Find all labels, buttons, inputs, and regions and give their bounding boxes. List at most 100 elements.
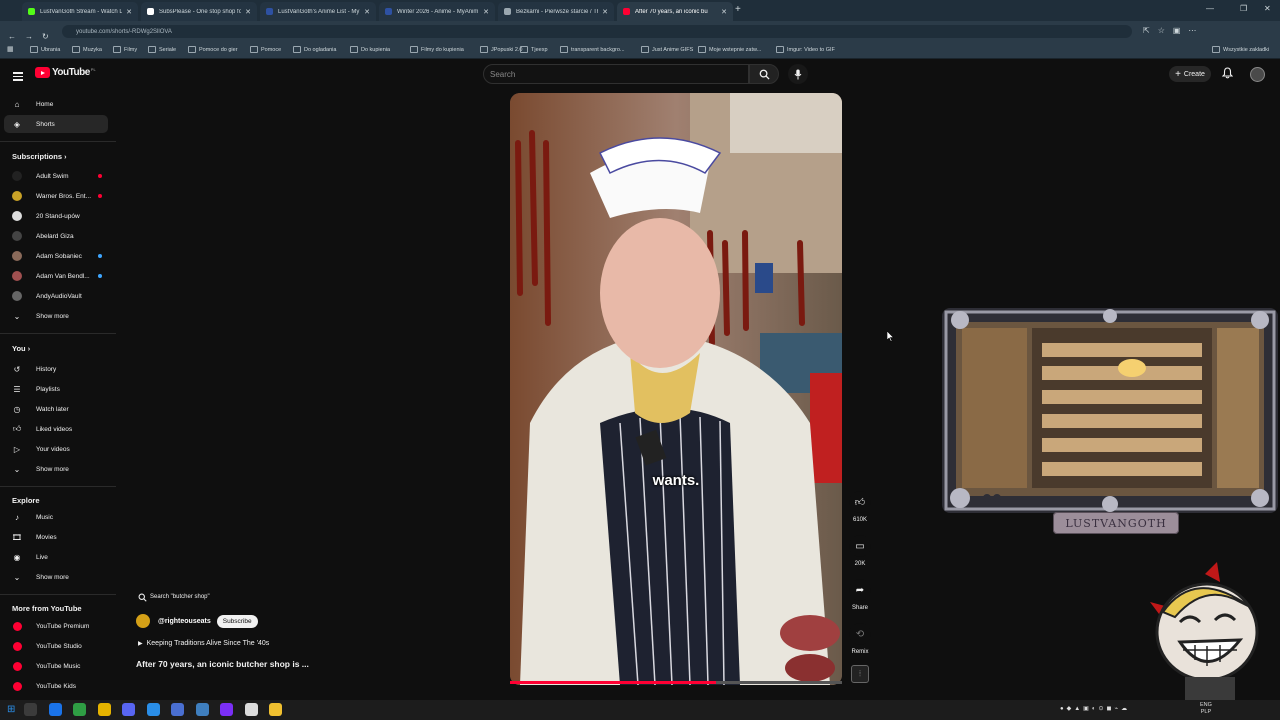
- sidebar-item-home[interactable]: ⌂ Home: [0, 95, 112, 113]
- browser-tab[interactable]: Bezkarni - Pierwsze starcie / Th ✕: [498, 2, 614, 21]
- bookmark-item[interactable]: Do ogladania: [293, 46, 336, 53]
- forward-icon[interactable]: →: [25, 32, 33, 41]
- sidebar-item-youtube-app[interactable]: YouTube Kids: [0, 677, 112, 695]
- app-icon[interactable]: [97, 703, 111, 716]
- create-button[interactable]: + Create: [1169, 66, 1211, 82]
- short-video-player[interactable]: [510, 93, 842, 685]
- windows-start-icon[interactable]: ⊞: [7, 704, 15, 715]
- language-indicator[interactable]: ENG PLP: [1200, 702, 1212, 716]
- browser-tab[interactable]: Winter 2026 - Anime - MyAnim ✕: [379, 2, 495, 21]
- subscriptions-heading[interactable]: Subscriptions ›: [12, 152, 66, 161]
- chrome-icon[interactable]: [48, 703, 62, 716]
- sidebar-item-liked-videos[interactable]: 👍︎ Liked videos: [0, 420, 112, 438]
- browser-tab[interactable]: SubsPlease - One stop shop fo ✕: [141, 2, 257, 21]
- channel-avatar[interactable]: [136, 614, 150, 628]
- app-icon[interactable]: [73, 703, 86, 716]
- bookmark-item[interactable]: Muzyka: [72, 46, 102, 53]
- playlist-link[interactable]: ▶ Keeping Traditions Alive Since The '40s: [138, 640, 269, 647]
- sidebar-subscription[interactable]: AndyAudioVault: [0, 287, 112, 305]
- all-bookmarks[interactable]: Wszystkie zakladki: [1212, 46, 1269, 53]
- system-tray-icons[interactable]: ●◆▲▣◐⊙◼⌁☁: [1060, 705, 1130, 712]
- share-button[interactable]: ➦ Share: [846, 579, 874, 611]
- you-heading[interactable]: You ›: [12, 344, 30, 353]
- bookmark-item[interactable]: JPopuski 2.0: [480, 46, 523, 53]
- bookmark-item[interactable]: Filmy do kupienia: [410, 46, 464, 53]
- sidebar-item-playlists[interactable]: ☰ Playlists: [0, 380, 112, 398]
- app-icon[interactable]: [171, 703, 184, 716]
- menu-icon[interactable]: [13, 70, 23, 83]
- new-tab-button[interactable]: +: [735, 4, 741, 15]
- youtube-logo[interactable]: YouTube PL: [35, 67, 96, 78]
- steam-icon[interactable]: [195, 703, 209, 716]
- sidebar-subscription[interactable]: Adam Van Bendl...: [0, 267, 112, 285]
- show-more-you[interactable]: ⌄ Show more: [0, 460, 112, 478]
- sidebar-item-youtube-app[interactable]: YouTube Studio: [0, 637, 112, 655]
- apps-grid-icon[interactable]: ▦: [7, 45, 14, 53]
- tab-close-icon[interactable]: ✕: [126, 8, 132, 16]
- tab-close-icon[interactable]: ✕: [245, 8, 251, 16]
- like-button[interactable]: 👍︎ 610K: [846, 491, 874, 523]
- browser-tab[interactable]: LustVanGoth's Anime List - My ✕: [260, 2, 376, 21]
- sound-thumbnail-icon[interactable]: ⦙: [851, 665, 869, 683]
- search-input[interactable]: Search: [483, 64, 749, 84]
- video-title[interactable]: After 70 years, an iconic butcher shop i…: [136, 659, 309, 669]
- sidebar-subscription[interactable]: Adult Swim: [0, 167, 112, 185]
- sidebar-subscription[interactable]: Warner Bros. Ent...: [0, 187, 112, 205]
- sidebar-item-your-videos[interactable]: ▷ Your videos: [0, 440, 112, 458]
- sidebar-item-youtube-app[interactable]: YouTube Music: [0, 657, 112, 675]
- url-field[interactable]: youtube.com/shorts/-RDWg2SllOVA: [62, 25, 1132, 38]
- sidebar-item-shorts[interactable]: ◈ Shorts: [4, 115, 108, 133]
- minimize-button[interactable]: —: [1206, 4, 1214, 13]
- app-icon[interactable]: [220, 703, 233, 716]
- sidebar-subscription[interactable]: 20 Stand-upów: [0, 207, 112, 225]
- remix-button[interactable]: ⟲ Remix: [846, 623, 874, 655]
- search-button[interactable]: [749, 64, 779, 84]
- show-more-explore[interactable]: ⌄ Show more: [0, 568, 112, 586]
- reload-icon[interactable]: ↻: [42, 32, 49, 41]
- search-chip[interactable]: Search "butcher shop": [138, 590, 234, 604]
- sidebar-subscription[interactable]: Abelard Giza: [0, 227, 112, 245]
- bookmark-item[interactable]: Pomoce: [250, 46, 281, 53]
- comments-button[interactable]: ▭ 20K: [846, 535, 874, 567]
- sidebar-item-movies[interactable]: 🎞︎ Movies: [0, 528, 112, 546]
- bookmark-item[interactable]: Tjeexp: [520, 46, 548, 53]
- tab-close-icon[interactable]: ✕: [483, 8, 489, 16]
- bookmark-item[interactable]: transparent backgro...: [560, 46, 625, 53]
- app-icon[interactable]: [146, 703, 160, 716]
- search-icon[interactable]: [24, 703, 37, 716]
- close-window-button[interactable]: ✕: [1264, 4, 1271, 13]
- sidebar-item-music[interactable]: ♪ Music: [0, 508, 112, 526]
- sidebar-item-watch-later[interactable]: ◷ Watch later: [0, 400, 112, 418]
- sidebar-subscription[interactable]: Adam Sobaniec: [0, 247, 112, 265]
- bookmark-item[interactable]: Do kupienia: [350, 46, 390, 53]
- bookmark-item[interactable]: Seriale: [148, 46, 176, 53]
- tab-close-icon[interactable]: ✕: [721, 8, 727, 16]
- maximize-button[interactable]: ❐: [1240, 4, 1247, 13]
- tab-close-icon[interactable]: ✕: [364, 8, 370, 16]
- show-more-subscriptions[interactable]: ⌄ Show more: [0, 307, 112, 325]
- tab-close-icon[interactable]: ✕: [602, 8, 608, 16]
- file-explorer-icon[interactable]: [269, 703, 282, 716]
- bookmark-item[interactable]: Imgur: Video to GIF: [776, 46, 835, 53]
- back-icon[interactable]: ←: [8, 32, 16, 41]
- browser-tab[interactable]: LustVanGoth Stream - Watch L ✕: [22, 2, 138, 21]
- bookmark-item[interactable]: Moje wstepnie zatw...: [698, 46, 761, 53]
- bookmark-item[interactable]: Filmy: [113, 46, 137, 53]
- bookmark-item[interactable]: Pomoce do gier: [188, 46, 238, 53]
- app-icon[interactable]: [244, 703, 258, 716]
- sidebar-item-history[interactable]: ↺ History: [0, 360, 112, 378]
- bookmark-item[interactable]: Ubrania: [30, 46, 60, 53]
- tab-favicon-icon: [28, 8, 35, 15]
- video-progress-bar[interactable]: [510, 681, 842, 684]
- browser-tab[interactable]: After 70 years, an iconic bu ✕: [617, 2, 733, 21]
- notifications-bell-icon[interactable]: [1221, 67, 1234, 82]
- account-avatar[interactable]: [1250, 67, 1265, 82]
- sidebar-item-youtube-app[interactable]: YouTube Premium: [0, 617, 112, 635]
- sidebar-item-live[interactable]: ◉ Live: [0, 548, 112, 566]
- discord-icon[interactable]: [122, 703, 135, 716]
- subscribe-button[interactable]: Subscribe: [216, 614, 258, 628]
- bookmark-item[interactable]: Just Anime GIFS: [641, 46, 693, 53]
- channel-name[interactable]: @righteouseats: [158, 618, 211, 625]
- voice-search-button[interactable]: [788, 64, 808, 84]
- browser-extension-icons[interactable]: ⇱☆▣⋯: [1143, 26, 1204, 35]
